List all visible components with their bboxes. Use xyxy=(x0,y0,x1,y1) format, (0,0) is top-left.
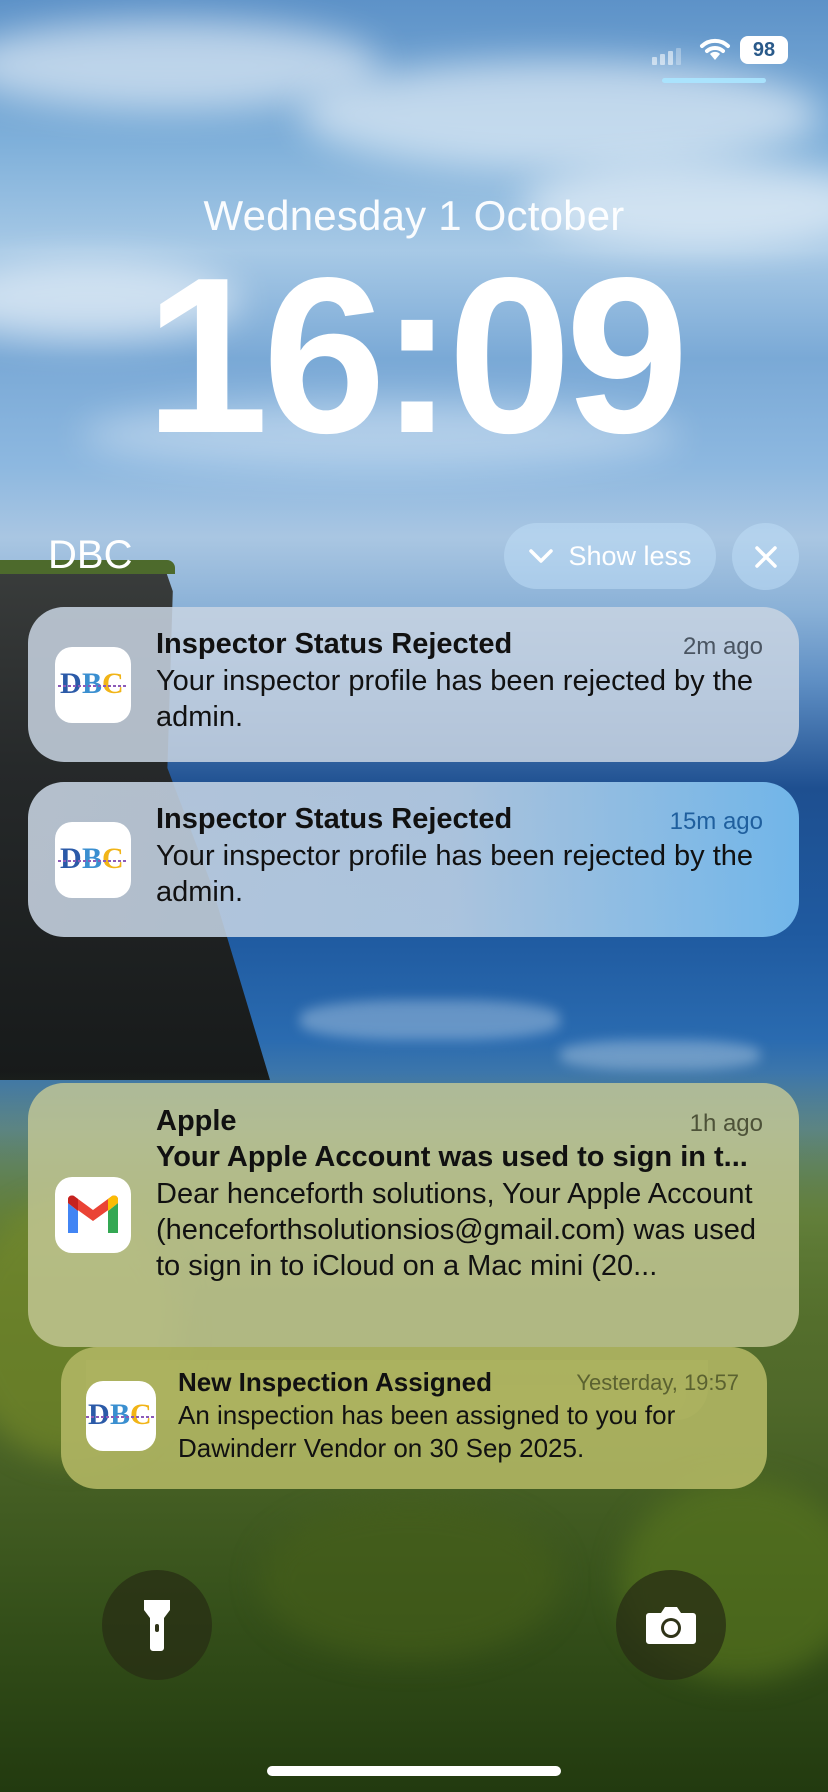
flashlight-button[interactable] xyxy=(102,1570,212,1680)
notification-title: Inspector Status Rejected xyxy=(156,803,513,835)
sea-foam xyxy=(300,1000,560,1040)
show-less-button[interactable]: Show less xyxy=(504,523,716,589)
flashlight-icon xyxy=(144,1600,170,1651)
chevron-down-icon xyxy=(529,549,554,563)
notification-title: Inspector Status Rejected xyxy=(156,628,513,660)
status-indicator-bar xyxy=(662,78,766,83)
grass-blob xyxy=(260,1500,560,1660)
dbc-logo-icon: D B C xyxy=(86,1381,156,1451)
notification-time: 2m ago xyxy=(682,633,763,660)
notification-title: Your Apple Account was used to sign in t… xyxy=(156,1141,748,1173)
notification-body: Dear henceforth solutions, Your Apple Ac… xyxy=(156,1178,757,1282)
notification-sender: Apple xyxy=(156,1105,237,1137)
status-bar: 98 xyxy=(0,0,828,100)
lock-screen-clock[interactable]: 16:09 xyxy=(0,245,828,467)
sea-foam xyxy=(560,1040,760,1070)
notification-time: Yesterday, 19:57 xyxy=(576,1370,739,1395)
battery-level: 98 xyxy=(752,38,776,61)
notification-body: Your inspector profile has been rejected… xyxy=(156,665,754,733)
notification-card[interactable]: D B C New Inspection Assigned Yesterday,… xyxy=(61,1347,767,1489)
notification-time: 15m ago xyxy=(669,808,763,835)
notification-body: Your inspector profile has been rejected… xyxy=(156,840,754,908)
notification-time: 1h ago xyxy=(689,1110,763,1137)
clear-group-button[interactable] xyxy=(732,523,799,590)
show-less-label: Show less xyxy=(568,540,692,571)
camera-button[interactable] xyxy=(616,1570,726,1680)
notification-body: An inspection has been assigned to you f… xyxy=(178,1400,676,1463)
dbc-logo-icon: D B C xyxy=(55,822,131,898)
gmail-icon xyxy=(55,1177,131,1253)
dbc-logo-icon: D B C xyxy=(55,647,131,723)
notification-card[interactable]: D B C Inspector Status Rejected 15m ago … xyxy=(28,782,799,937)
close-icon xyxy=(754,545,777,568)
wifi-icon xyxy=(700,38,730,60)
notification-card[interactable]: D B C Inspector Status Rejected 2m ago Y… xyxy=(28,607,799,762)
notification-group-title: DBC xyxy=(48,533,133,577)
camera-icon xyxy=(646,1607,696,1644)
home-indicator[interactable] xyxy=(267,1766,561,1776)
notification-card[interactable]: Apple 1h ago Your Apple Account was used… xyxy=(28,1083,799,1347)
notification-title: New Inspection Assigned xyxy=(178,1367,492,1397)
battery-icon: 98 xyxy=(740,36,788,64)
cellular-signal-icon xyxy=(652,48,681,65)
